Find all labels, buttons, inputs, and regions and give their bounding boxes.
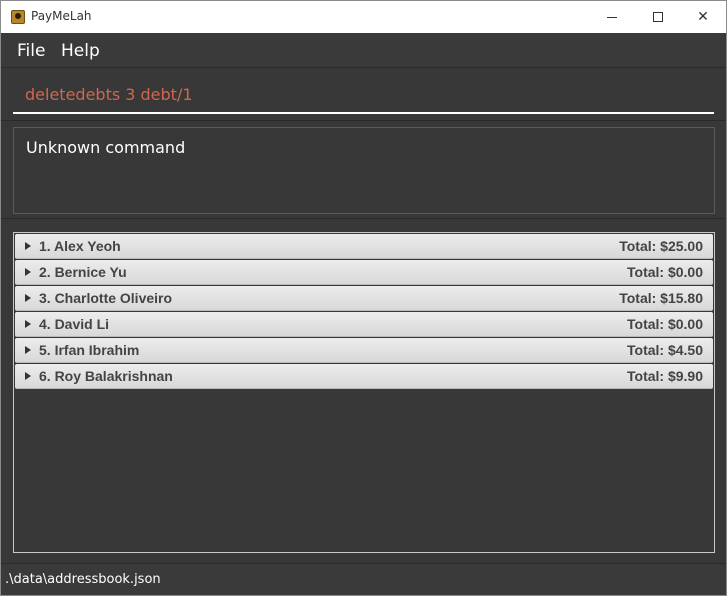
close-button[interactable]: ✕: [680, 1, 726, 33]
person-name: 6. Roy Balakrishnan: [39, 368, 173, 384]
person-total: Total: $15.80: [619, 290, 703, 306]
maximize-icon: [653, 12, 663, 22]
minimize-button[interactable]: [589, 1, 635, 33]
person-total: Total: $0.00: [627, 316, 703, 332]
app-window: PayMeLah ✕ File Help Unknown command 1. …: [0, 0, 727, 596]
person-name: 5. Irfan Ibrahim: [39, 342, 140, 358]
result-display: Unknown command: [13, 127, 715, 214]
person-row[interactable]: 6. Roy Balakrishnan Total: $9.90: [15, 364, 713, 389]
person-row[interactable]: 4. David Li Total: $0.00: [15, 312, 713, 337]
command-box-area: [1, 68, 726, 120]
person-list-area: 1. Alex Yeoh Total: $25.00 2. Bernice Yu…: [1, 218, 726, 563]
person-total: Total: $25.00: [619, 238, 703, 254]
person-total: Total: $0.00: [627, 264, 703, 280]
person-total: Total: $9.90: [627, 368, 703, 384]
status-bar: .\data\addressbook.json: [1, 563, 726, 595]
result-message: Unknown command: [26, 138, 186, 157]
close-icon: ✕: [697, 9, 709, 25]
expand-arrow-icon[interactable]: [25, 320, 31, 328]
expand-arrow-icon[interactable]: [25, 372, 31, 380]
minimize-icon: [607, 16, 617, 18]
window-title: PayMeLah: [31, 9, 92, 23]
menu-file[interactable]: File: [17, 41, 45, 61]
app-icon: [11, 10, 25, 24]
person-name: 2. Bernice Yu: [39, 264, 127, 280]
person-row[interactable]: 1. Alex Yeoh Total: $25.00: [15, 234, 713, 259]
person-row[interactable]: 2. Bernice Yu Total: $0.00: [15, 260, 713, 285]
result-area: Unknown command: [1, 120, 726, 218]
expand-arrow-icon[interactable]: [25, 294, 31, 302]
person-name: 1. Alex Yeoh: [39, 238, 121, 254]
person-list[interactable]: 1. Alex Yeoh Total: $25.00 2. Bernice Yu…: [13, 232, 715, 553]
menu-bar: File Help: [1, 33, 726, 68]
person-name: 4. David Li: [39, 316, 110, 332]
person-name: 3. Charlotte Oliveiro: [39, 290, 173, 306]
expand-arrow-icon[interactable]: [25, 268, 31, 276]
title-bar[interactable]: PayMeLah ✕: [1, 1, 726, 33]
person-row[interactable]: 3. Charlotte Oliveiro Total: $15.80: [15, 286, 713, 311]
person-total: Total: $4.50: [627, 342, 703, 358]
storage-file-path: .\data\addressbook.json: [5, 572, 161, 587]
person-row[interactable]: 5. Irfan Ibrahim Total: $4.50: [15, 338, 713, 363]
command-input[interactable]: [13, 76, 714, 114]
menu-help[interactable]: Help: [61, 41, 100, 61]
expand-arrow-icon[interactable]: [25, 242, 31, 250]
maximize-button[interactable]: [635, 1, 681, 33]
expand-arrow-icon[interactable]: [25, 346, 31, 354]
